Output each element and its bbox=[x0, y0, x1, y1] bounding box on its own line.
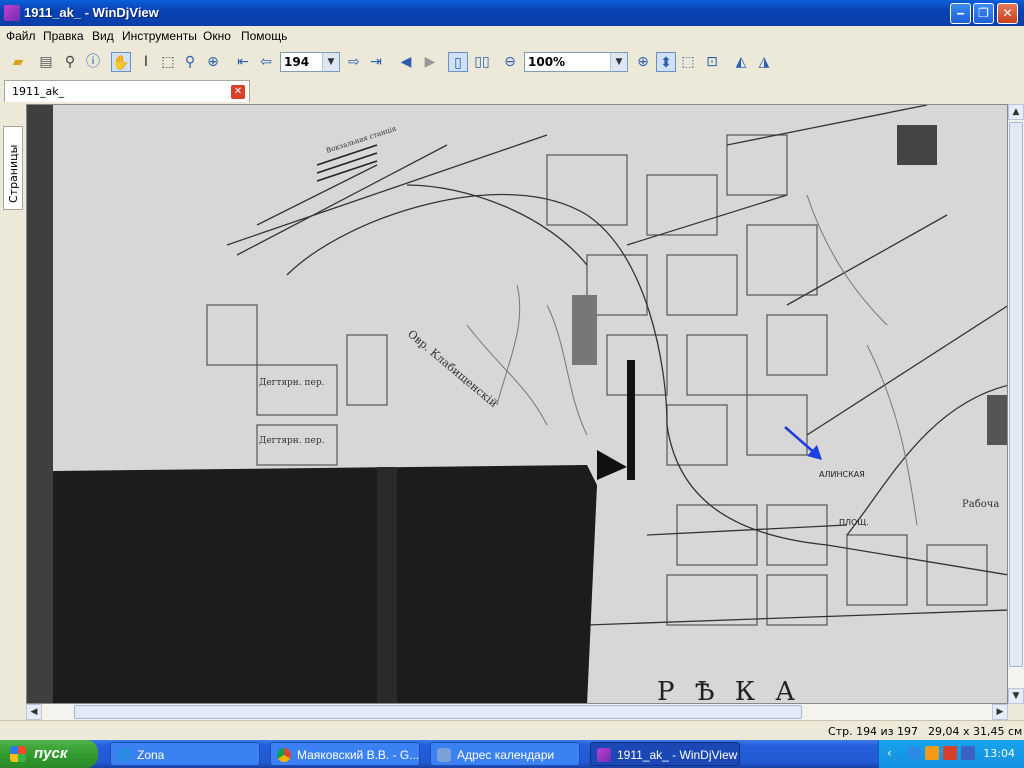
single-page-icon[interactable]: ▯ bbox=[448, 52, 468, 72]
print-icon[interactable]: ▤ bbox=[36, 52, 56, 72]
document-icon bbox=[437, 748, 451, 762]
menu-help[interactable]: Помощь bbox=[241, 29, 287, 43]
open-icon[interactable]: ▰ bbox=[8, 52, 28, 72]
first-page-icon[interactable]: ⇤ bbox=[233, 52, 253, 72]
rect-select-icon[interactable]: ⬚ bbox=[158, 52, 178, 72]
zoom-combo[interactable]: 100% ▼ bbox=[524, 52, 628, 72]
fit-width-icon[interactable]: ⬍ bbox=[656, 52, 676, 72]
map-scan: Р Ѣ К А Овр. Клабищенскій Дегтярн. пер. … bbox=[27, 105, 1007, 704]
network-tray-icon[interactable] bbox=[961, 746, 975, 760]
menu-bar: Файл Правка Вид Инструменты Окно Помощь bbox=[0, 26, 1024, 46]
zoom-value: 100% bbox=[528, 55, 566, 69]
chevron-down-icon[interactable]: ▼ bbox=[610, 53, 627, 71]
task-folder[interactable]: Адрес календари bbox=[430, 742, 580, 766]
menu-view[interactable]: Вид bbox=[92, 29, 114, 43]
pages-tab-label: Страницы bbox=[7, 144, 20, 203]
scroll-right-icon[interactable]: ▶ bbox=[992, 704, 1008, 720]
windjview-icon bbox=[597, 748, 611, 762]
zoom-out-icon[interactable]: ⊖ bbox=[500, 52, 520, 72]
page-size-status: 29,04 x 31,45 см bbox=[928, 725, 1023, 738]
hand-tool-icon[interactable]: ✋ bbox=[111, 52, 131, 72]
text-select-icon[interactable]: Ⅰ bbox=[136, 52, 156, 72]
app-icon bbox=[4, 5, 20, 21]
menu-file[interactable]: Файл bbox=[6, 29, 36, 43]
title-bar: 1911_ak_ - WinDjView ‒ ❐ ✕ bbox=[0, 0, 1024, 26]
document-tabs: 1911_ak_ ✕ bbox=[0, 78, 1024, 104]
river-label: Р Ѣ К А bbox=[657, 677, 801, 704]
system-tray: ‹ 13:04 bbox=[878, 740, 1024, 768]
close-button[interactable]: ✕ bbox=[997, 3, 1018, 24]
find-icon[interactable]: ⚲ bbox=[60, 52, 80, 72]
vertical-scrollbar[interactable]: ▲ ▼ bbox=[1008, 104, 1024, 704]
tab-label: 1911_ak_ bbox=[12, 85, 65, 98]
media-tray-icon[interactable] bbox=[925, 746, 939, 760]
page-number-combo[interactable]: 194 ▼ bbox=[280, 52, 340, 72]
square-label: АЛИНСКАЯ bbox=[819, 470, 865, 479]
tray-expand-icon[interactable]: ‹ bbox=[887, 746, 901, 760]
zona-icon bbox=[117, 748, 131, 762]
side-panel: Страницы bbox=[0, 104, 26, 720]
task-label: Zona bbox=[137, 748, 165, 762]
start-button[interactable]: пуск bbox=[0, 740, 98, 768]
task-label: 1911_ak_ - WinDjView bbox=[617, 748, 738, 762]
page-status: Стр. 194 из 197 bbox=[828, 725, 919, 738]
minimize-button[interactable]: ‒ bbox=[950, 3, 971, 24]
zona-tray-icon[interactable] bbox=[907, 746, 921, 760]
last-page-icon[interactable]: ⇥ bbox=[366, 52, 386, 72]
chevron-down-icon[interactable]: ▼ bbox=[322, 53, 339, 71]
prev-page-icon[interactable]: ⇦ bbox=[256, 52, 276, 72]
menu-window[interactable]: Окно bbox=[203, 29, 231, 43]
scroll-down-icon[interactable]: ▼ bbox=[1008, 688, 1024, 704]
task-label: Адрес календари bbox=[457, 748, 555, 762]
toolbar: ▰ ▤ ⚲ ⓘ ✋ Ⅰ ⬚ ⚲ ⊕ ⇤ ⇦ 194 ▼ ⇨ ⇥ ◀ ▶ ▯ ▯▯… bbox=[0, 46, 1024, 79]
pages-tab[interactable]: Страницы bbox=[3, 126, 23, 210]
tab-document[interactable]: 1911_ak_ ✕ bbox=[4, 80, 250, 102]
info-icon[interactable]: ⓘ bbox=[83, 52, 103, 72]
street-label-3: Рабоча bbox=[962, 499, 999, 510]
magnify-icon[interactable]: ⊕ bbox=[203, 52, 223, 72]
close-tab-icon[interactable]: ✕ bbox=[231, 85, 245, 99]
back-icon[interactable]: ◀ bbox=[396, 52, 416, 72]
forward-icon[interactable]: ▶ bbox=[420, 52, 440, 72]
zoom-rect-icon[interactable]: ⚲ bbox=[180, 52, 200, 72]
clock: 13:04 bbox=[983, 747, 1015, 760]
scroll-left-icon[interactable]: ◀ bbox=[26, 704, 42, 720]
menu-tools[interactable]: Инструменты bbox=[122, 29, 197, 43]
task-windjview[interactable]: 1911_ak_ - WinDjView bbox=[590, 742, 740, 766]
horizontal-scroll-thumb[interactable] bbox=[74, 705, 802, 719]
rotate-right-icon[interactable]: ◮ bbox=[754, 52, 774, 72]
task-zona[interactable]: Zona bbox=[110, 742, 260, 766]
page-number-value: 194 bbox=[284, 55, 310, 69]
document-viewer[interactable]: Р Ѣ К А Овр. Клабищенскій Дегтярн. пер. … bbox=[26, 104, 1008, 704]
start-label: пуск bbox=[34, 745, 68, 762]
square-label-2: ПЛОЩ. bbox=[839, 518, 869, 527]
security-tray-icon[interactable] bbox=[943, 746, 957, 760]
menu-edit[interactable]: Правка bbox=[43, 29, 84, 43]
chrome-icon bbox=[277, 748, 291, 762]
task-label: Маяковский В.В. - G... bbox=[297, 748, 420, 762]
facing-pages-icon[interactable]: ▯▯ bbox=[472, 52, 492, 72]
status-bar: Стр. 194 из 197 29,04 x 31,45 см bbox=[0, 720, 1024, 741]
zoom-in-icon[interactable]: ⊕ bbox=[633, 52, 653, 72]
taskbar: пуск Zona Маяковский В.В. - G... Адрес к… bbox=[0, 740, 1024, 768]
rotate-left-icon[interactable]: ◭ bbox=[731, 52, 751, 72]
windows-logo-icon bbox=[10, 746, 26, 762]
maximize-button[interactable]: ❐ bbox=[973, 3, 994, 24]
fit-page-icon[interactable]: ⬚ bbox=[678, 52, 698, 72]
scroll-up-icon[interactable]: ▲ bbox=[1008, 104, 1024, 120]
next-page-icon[interactable]: ⇨ bbox=[344, 52, 364, 72]
horizontal-scrollbar[interactable]: ◀ ▶ bbox=[26, 704, 1008, 720]
task-chrome[interactable]: Маяковский В.В. - G... bbox=[270, 742, 420, 766]
street-label-2: Дегтярн. пер. bbox=[259, 436, 325, 446]
vertical-scroll-thumb[interactable] bbox=[1009, 122, 1023, 667]
actual-size-icon[interactable]: ⊡ bbox=[702, 52, 722, 72]
window-title: 1911_ak_ - WinDjView bbox=[24, 5, 159, 20]
street-label-1: Дегтярн. пер. bbox=[259, 378, 325, 388]
